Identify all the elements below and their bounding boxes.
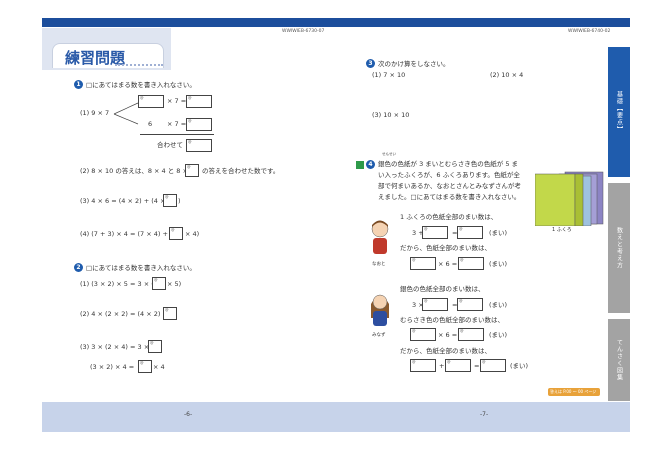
- q1-number: 1: [74, 80, 83, 89]
- minazu-unit-2: (まい): [489, 331, 508, 339]
- q4-line3: 部で何まいあるか、なおとさんとみなずさんが考: [378, 182, 521, 190]
- answer-box[interactable]: @: [152, 277, 166, 290]
- minazu-unit-1: (まい): [489, 301, 508, 309]
- q1-p1-row2: × 7 =: [167, 120, 187, 128]
- minazu-name: みなず: [372, 333, 386, 338]
- q4-line2: い入ったふくろが、6 ふくろあります。色紙が全: [378, 171, 520, 179]
- naoto-unit-1: (まい): [489, 229, 508, 237]
- q1-p2-text-a: (2) 8 × 10 の答えは、8 × 4 と 8 ×: [80, 167, 188, 175]
- q1-p3-close: ): [178, 197, 181, 205]
- answer-box[interactable]: @: [186, 139, 212, 152]
- naoto-unit-2: (まい): [489, 260, 508, 268]
- minazu-avatar: [371, 294, 389, 326]
- q2-p3-line2: (3 × 2) × 4 =: [90, 363, 135, 371]
- naoto-eq2: × 6 =: [438, 260, 458, 268]
- q1-p4-text: (4) (7 + 3) × 4 = (7 × 4) + (: [80, 230, 173, 238]
- naoto-avatar: [371, 220, 389, 254]
- bag-label: 1 ふくろ: [552, 227, 572, 233]
- q1-p1-six: 6: [148, 120, 153, 128]
- answer-box[interactable]: @: [185, 164, 199, 177]
- side-tab-basics[interactable]: 基礎【要点】: [608, 47, 630, 177]
- answer-box[interactable]: @: [138, 360, 152, 373]
- right-page-number: -7-: [480, 411, 489, 418]
- q2-p1-close: × 5): [167, 280, 182, 288]
- answer-box[interactable]: @: [422, 226, 448, 239]
- answer-page-text: 答えは P.00 ～ 00 ページ: [550, 388, 597, 394]
- minazu-s3: だから、色紙全部のまい数は、: [400, 347, 491, 355]
- q1-p2-text-b: の答えを合わせた数です。: [202, 167, 280, 175]
- minazu-eq3: =: [474, 362, 480, 370]
- q4-line4: えました。□にあてはまる数を書き入れなさい。: [378, 193, 521, 201]
- answer-page-badge: 答えは P.00 ～ 00 ページ: [548, 388, 600, 396]
- q2-p3-line2-end: × 4: [153, 363, 165, 371]
- q1-p1-sum: 合わせて: [157, 141, 183, 149]
- answer-box[interactable]: @: [186, 118, 212, 131]
- minazu-plus: +: [439, 362, 445, 370]
- q3-item-3: (3) 10 × 10: [372, 111, 410, 119]
- q4-furigana: せんせい: [382, 152, 396, 156]
- answer-box[interactable]: @: [163, 194, 177, 207]
- answer-box[interactable]: @: [445, 359, 471, 372]
- answer-box[interactable]: @: [186, 95, 212, 108]
- q3-item-2: (2) 10 × 4: [490, 71, 524, 79]
- answer-box[interactable]: @: [148, 340, 162, 353]
- sum-line: [140, 134, 214, 135]
- q3-number: 3: [366, 59, 375, 68]
- answer-box[interactable]: @: [410, 257, 436, 270]
- q3-instruction: 次のかけ算をしなさい。: [378, 60, 450, 68]
- answer-box[interactable]: @: [410, 359, 436, 372]
- q2-instruction: □にあてはまる数を書き入れなさい。: [86, 264, 196, 272]
- q1-p1-row1: × 7 =: [167, 97, 187, 105]
- title-tab: 練習問題: [52, 43, 164, 68]
- title-underline: [115, 64, 163, 66]
- answer-box[interactable]: @: [480, 359, 506, 372]
- side-tab-thinking[interactable]: 数えと考え方: [608, 183, 630, 313]
- naoto-name: なおと: [372, 262, 386, 267]
- q1-instruction: □にあてはまる数を書き入れなさい。: [86, 81, 196, 89]
- answer-box[interactable]: @: [138, 95, 164, 108]
- naoto-s1: 1 ふくろの色紙全部のまい数は、: [400, 213, 498, 221]
- naoto-s2: だから、色紙全部のまい数は、: [400, 244, 491, 252]
- q4-line1: 銀色の色紙が 3 まいとむらさき色の色紙が 5 ま: [378, 160, 519, 168]
- q2-p3-line1: (3) 3 × (2 × 4) = 3 ×: [80, 343, 150, 351]
- q1-p3-text: (3) 4 × 6 = (4 × 2) + (4 ×: [80, 197, 166, 205]
- q2-number: 2: [74, 263, 83, 272]
- answer-box[interactable]: @: [410, 328, 436, 341]
- q2-p1-text: (1) (3 × 2) × 5 = 3 × (: [80, 280, 154, 288]
- answer-box[interactable]: @: [457, 298, 483, 311]
- q4-number: 4: [366, 160, 375, 169]
- right-page-code: WWIWIEB-6740-02: [568, 29, 611, 34]
- q1-branch-lines: [113, 102, 139, 125]
- paper-bag-illustration: [535, 171, 604, 226]
- minazu-eq2: × 6 =: [438, 331, 458, 339]
- answer-box[interactable]: @: [458, 257, 484, 270]
- q1-p1-label: (1) 9 × 7: [80, 109, 110, 117]
- title-kanji: 練習: [65, 49, 96, 67]
- answer-box[interactable]: @: [169, 227, 183, 240]
- minazu-s1: 銀色の色紙全部のまい数は、: [400, 285, 485, 293]
- left-page-number: -6-: [184, 411, 193, 418]
- q2-p2-text: (2) 4 × (2 × 2) = (4 × 2) ×: [80, 310, 168, 318]
- q3-item-1: (1) 7 × 10: [372, 71, 406, 79]
- answer-box[interactable]: @: [458, 328, 484, 341]
- top-bar: [42, 18, 630, 27]
- left-page-code: WWIWIEB-6730-07: [282, 29, 325, 34]
- minazu-unit-3: (まい): [510, 362, 529, 370]
- answer-box[interactable]: @: [163, 307, 177, 320]
- bottom-bar: [42, 402, 630, 432]
- side-tab-review[interactable]: てんさく図集: [608, 319, 630, 401]
- q1-p4-close: × 4): [185, 230, 200, 238]
- answer-box[interactable]: @: [422, 298, 448, 311]
- minazu-s2: むらさき色の色紙全部のまい数は、: [400, 316, 504, 324]
- answer-box[interactable]: @: [457, 226, 483, 239]
- pencil-icon: [356, 161, 364, 169]
